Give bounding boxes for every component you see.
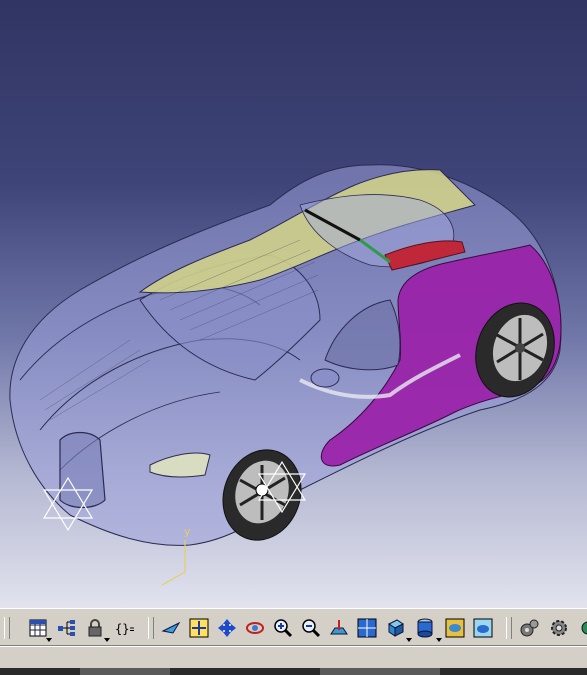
zoom-in-icon[interactable] (272, 617, 294, 639)
svg-text:{}=: {}= (115, 622, 134, 636)
shading-icon[interactable] (414, 617, 436, 639)
multi-view-icon[interactable] (356, 617, 378, 639)
pan-icon[interactable] (216, 617, 238, 639)
car-model[interactable]: y (0, 0, 587, 608)
table-icon[interactable] (27, 617, 49, 639)
window-bottom-edge (0, 668, 587, 675)
toolbar-separator (506, 617, 512, 639)
settings-icon[interactable] (518, 617, 540, 639)
tools-icon[interactable] (574, 617, 587, 639)
lock-icon[interactable] (84, 617, 106, 639)
gear-icon[interactable] (548, 617, 570, 639)
swap-visible-icon[interactable] (472, 617, 494, 639)
3d-viewport[interactable]: y (0, 0, 587, 608)
compass-axis (161, 540, 186, 586)
normal-view-icon[interactable] (328, 617, 350, 639)
bottom-toolbar: {}= (0, 608, 587, 646)
hide-show-icon[interactable] (444, 617, 466, 639)
equation-icon[interactable]: {}= (113, 617, 135, 639)
toolbar-separator (148, 617, 154, 639)
axis-y-label: y (184, 525, 191, 538)
grip-icon[interactable] (4, 617, 10, 639)
iso-view-icon[interactable] (384, 617, 406, 639)
zoom-out-icon[interactable] (300, 617, 322, 639)
fly-mode-icon[interactable] (160, 617, 182, 639)
fit-all-icon[interactable] (188, 617, 210, 639)
rotate-icon[interactable] (244, 617, 266, 639)
tree-icon[interactable] (56, 617, 78, 639)
